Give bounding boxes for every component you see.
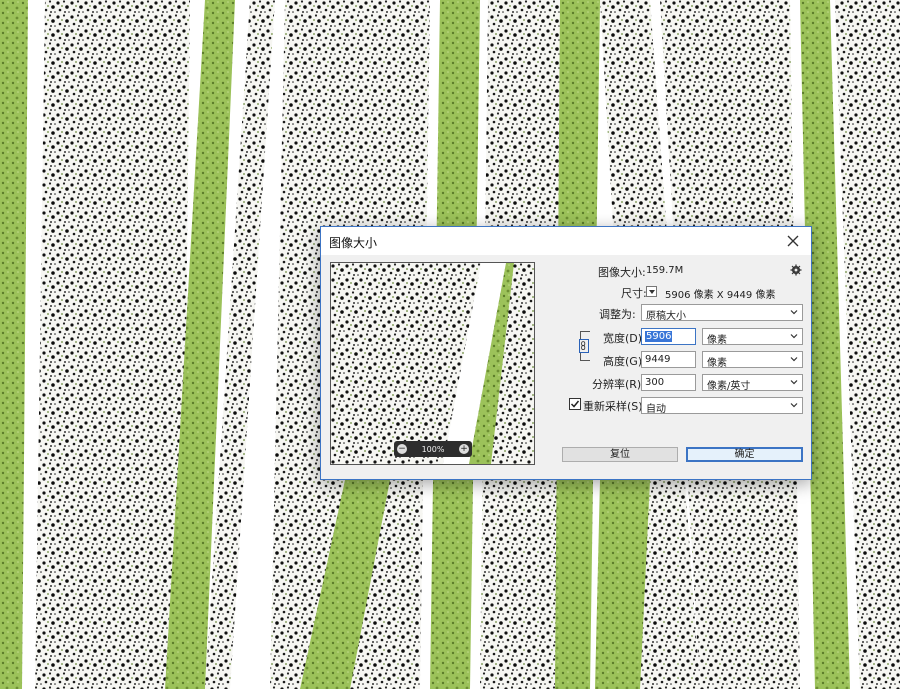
checkmark-icon [570,400,580,408]
fit-to-value: 原稿大小 [646,311,686,322]
zoom-level: 100% [421,444,445,454]
image-size-value: 159.7M [646,265,684,276]
width-unit-select[interactable]: 像素 [702,328,803,346]
height-value: 9449 [645,354,671,365]
dialog-titlebar[interactable]: 图像大小 [321,227,811,255]
dimensions-unit-dropdown[interactable] [646,286,657,297]
width-label: 宽度(D): [603,332,646,345]
dimensions-value: 5906 像素 X 9449 像素 [665,290,776,301]
dimensions-label: 尺寸: [621,287,647,300]
resample-method-select[interactable]: 自动 [641,397,803,415]
height-label: 高度(G): [603,355,646,368]
resolution-input[interactable]: 300 [641,374,696,391]
close-icon[interactable] [783,231,803,251]
width-input[interactable]: 5906 [641,328,696,345]
zoom-out-icon[interactable]: − [397,444,407,454]
chevron-down-icon [790,310,798,315]
preview-image [331,263,534,464]
resample-method-value: 自动 [646,404,666,415]
width-unit-value: 像素 [707,335,727,346]
resolution-unit-value: 像素/英寸 [707,381,751,392]
height-unit-value: 像素 [707,358,727,369]
resolution-value: 300 [645,377,665,388]
reset-button[interactable]: 复位 [562,447,678,462]
chevron-down-icon [790,380,798,385]
image-size-label: 图像大小: [598,266,646,279]
image-size-dialog: 图像大小 − 100% + 图像大小: 159.7M 尺寸: 5906 像素 X [320,226,812,480]
height-unit-select[interactable]: 像素 [702,351,803,369]
resolution-unit-select[interactable]: 像素/英寸 [702,374,803,392]
chevron-down-icon [790,403,798,408]
gear-icon[interactable] [790,264,802,276]
dialog-title: 图像大小 [329,236,378,250]
fit-to-label: 调整为: [599,308,636,321]
width-value: 5906 [645,331,673,342]
height-input[interactable]: 9449 [641,351,696,368]
ok-button[interactable]: 确定 [686,447,803,462]
zoom-control: − 100% + [394,441,472,457]
link-proportions-icon[interactable] [579,339,589,353]
fit-to-select[interactable]: 原稿大小 [641,304,803,322]
resample-label: 重新采样(S): [583,400,647,413]
chevron-down-icon [790,334,798,339]
chevron-down-icon [790,357,798,362]
resample-checkbox[interactable] [569,398,581,410]
image-preview[interactable]: − 100% + [330,262,535,465]
resolution-label: 分辨率(R): [592,378,645,391]
zoom-in-icon[interactable]: + [459,444,469,454]
